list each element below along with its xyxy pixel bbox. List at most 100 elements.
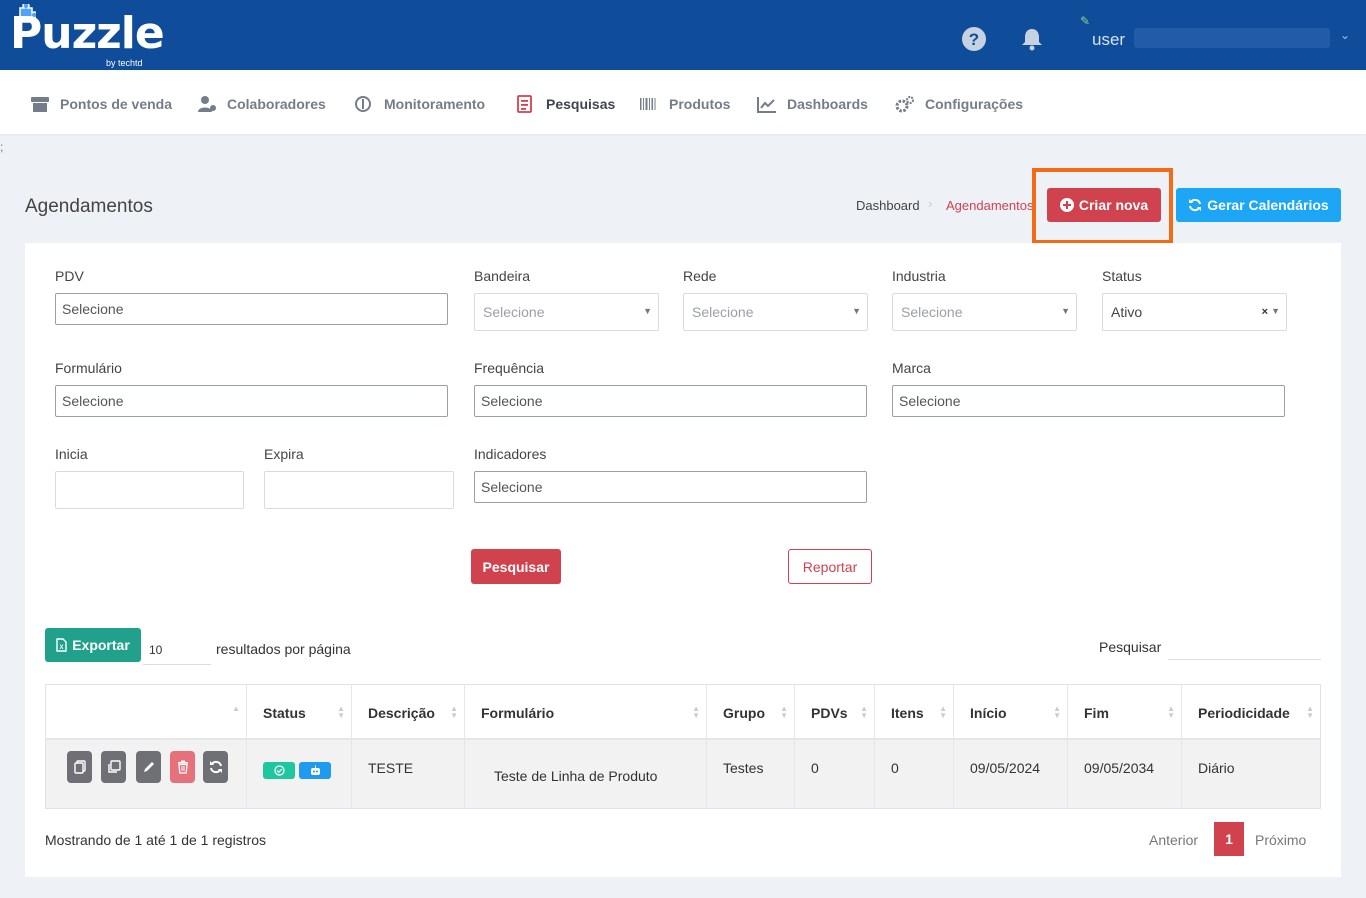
report-button[interactable]: Reportar (788, 549, 872, 584)
industria-value: Selecione (901, 304, 963, 320)
per-page-select[interactable]: 10 (143, 639, 211, 665)
user-menu[interactable]: ✎ user ⌄ (1076, 14, 1356, 54)
frequencia-label: Frequência (474, 360, 545, 376)
clone-icon (107, 760, 121, 773)
nav-item-produtos[interactable]: Produtos (639, 94, 730, 114)
pencil-icon (143, 762, 154, 772)
header-label: Periodicidade (1198, 704, 1290, 721)
marca-label: Marca (892, 360, 931, 376)
help-icon[interactable]: ? (961, 26, 987, 52)
export-label: Exportar (72, 637, 130, 653)
active-status-badge[interactable] (263, 762, 295, 779)
nav-label: Produtos (669, 96, 731, 112)
nav-item-monitoramento[interactable]: Monitoramento (354, 94, 485, 114)
generate-calendars-label: Gerar Calendários (1207, 197, 1329, 213)
caret-down-icon: ▼ (1061, 306, 1070, 316)
marca-field[interactable]: Selecione (892, 385, 1285, 417)
refresh-icon (1189, 198, 1202, 212)
expira-date-input[interactable] (264, 471, 454, 509)
breadcrumb-dashboard[interactable]: Dashboard (856, 198, 920, 213)
records-summary: Mostrando de 1 até 1 de 1 registros (45, 832, 267, 848)
column-header-pdvs[interactable]: PDVs ▲ ▼ (795, 685, 875, 740)
create-new-button[interactable]: Criar nova (1047, 188, 1161, 222)
column-header-descricao[interactable]: Descrição ▲ ▼ (352, 685, 465, 740)
column-header-grupo[interactable]: Grupo ▲ ▼ (707, 685, 795, 740)
sort-icon: ▲ ▼ (939, 704, 947, 720)
pagination-previous[interactable]: Anterior (1149, 832, 1198, 848)
frequencia-field[interactable]: Selecione (474, 385, 867, 417)
header-label: Fim (1084, 704, 1109, 721)
sort-icon: ▲ ▼ (232, 704, 240, 720)
caret-down-icon: ▼ (852, 306, 861, 316)
column-header-itens[interactable]: Itens ▲ ▼ (875, 685, 954, 740)
bandeira-value: Selecione (483, 304, 545, 320)
formulario-label: Formulário (55, 360, 122, 376)
sort-icon: ▲ ▼ (860, 704, 868, 720)
top-header: Puzzle by techtd ? ✎ user ⌄ (0, 0, 1366, 70)
sort-icon: ▲ ▼ (1053, 704, 1061, 720)
column-header-formulario[interactable]: Formulário ▲ ▼ (465, 685, 707, 740)
column-header-actions[interactable]: ▲ ▼ (46, 685, 247, 740)
header-label: Itens (891, 704, 924, 721)
grupo-cell: Testes (707, 740, 795, 808)
chart-line-icon (757, 97, 776, 113)
nav-item-colaboradores[interactable]: Colaboradores (197, 94, 326, 114)
copy-button[interactable] (67, 751, 92, 783)
nav-item-pesquisas[interactable]: Pesquisas (516, 94, 615, 114)
inicia-label: Inicia (55, 446, 88, 462)
bell-icon[interactable] (1019, 26, 1045, 52)
pagination-current-page[interactable]: 1 (1214, 822, 1244, 856)
rede-select[interactable]: Selecione ▼ (683, 293, 868, 331)
column-header-periodicidade[interactable]: Periodicidade ▲ ▼ (1182, 685, 1320, 740)
clear-icon[interactable]: × (1262, 306, 1268, 318)
industria-label: Industria (892, 268, 946, 284)
nav-label: Colaboradores (227, 96, 326, 112)
status-cell (247, 740, 352, 808)
column-header-status[interactable]: Status ▲ ▼ (247, 685, 352, 740)
filters-panel: PDV Selecione Bandeira Selecione ▼ Rede … (25, 243, 1341, 877)
indicadores-label: Indicadores (474, 446, 547, 462)
copy-icon (73, 760, 86, 774)
sync-button[interactable] (203, 751, 228, 783)
bandeira-label: Bandeira (474, 268, 531, 284)
nav-label: Configurações (925, 96, 1024, 112)
header-label: PDVs (811, 704, 848, 721)
export-button[interactable]: X Exportar (45, 628, 141, 662)
refresh-icon (209, 760, 222, 774)
indicadores-field[interactable]: Selecione (474, 471, 867, 503)
robot-status-badge[interactable] (299, 762, 331, 779)
generate-calendars-button[interactable]: Gerar Calendários (1176, 188, 1341, 222)
svg-text:X: X (60, 645, 64, 651)
column-header-fim[interactable]: Fim ▲ ▼ (1068, 685, 1182, 740)
breadcrumb-current: Agendamentos (946, 198, 1034, 213)
rede-value: Selecione (692, 304, 754, 320)
column-header-inicio[interactable]: Início ▲ ▼ (954, 685, 1068, 740)
excel-file-icon: X (56, 638, 67, 652)
table-search-input[interactable] (1168, 633, 1321, 660)
nav-item-pontos-de-venda[interactable]: Pontos de venda (30, 94, 172, 114)
sort-icon: ▲ ▼ (692, 704, 700, 720)
industria-select[interactable]: Selecione ▼ (892, 293, 1077, 331)
header-label: Status (263, 704, 306, 721)
delete-button[interactable] (170, 751, 195, 783)
pagination-next[interactable]: Próximo (1255, 832, 1306, 848)
status-select[interactable]: Ativo × ▼ (1102, 293, 1287, 331)
nav-item-dashboards[interactable]: Dashboards (757, 94, 868, 114)
nav-item-configuracoes[interactable]: Configurações (895, 94, 1023, 114)
sort-icon: ▲ ▼ (337, 704, 345, 720)
duplicate-button[interactable] (101, 751, 126, 783)
pdv-field[interactable]: Selecione (55, 293, 448, 325)
plus-circle-icon (1059, 198, 1074, 212)
svg-text:?: ? (969, 30, 979, 49)
header-label: Grupo (723, 704, 765, 721)
search-button[interactable]: Pesquisar (471, 549, 561, 584)
nav-label: Pontos de venda (60, 96, 173, 112)
edit-button[interactable] (136, 751, 161, 783)
inicia-date-input[interactable] (55, 471, 244, 509)
app-logo[interactable]: Puzzle by techtd (10, 4, 170, 68)
bandeira-select[interactable]: Selecione ▼ (474, 293, 659, 331)
fim-cell: 09/05/2034 (1068, 740, 1182, 808)
nav-label: Dashboards (787, 96, 868, 112)
table-search-label: Pesquisar (1099, 639, 1162, 655)
formulario-field[interactable]: Selecione (55, 385, 448, 417)
